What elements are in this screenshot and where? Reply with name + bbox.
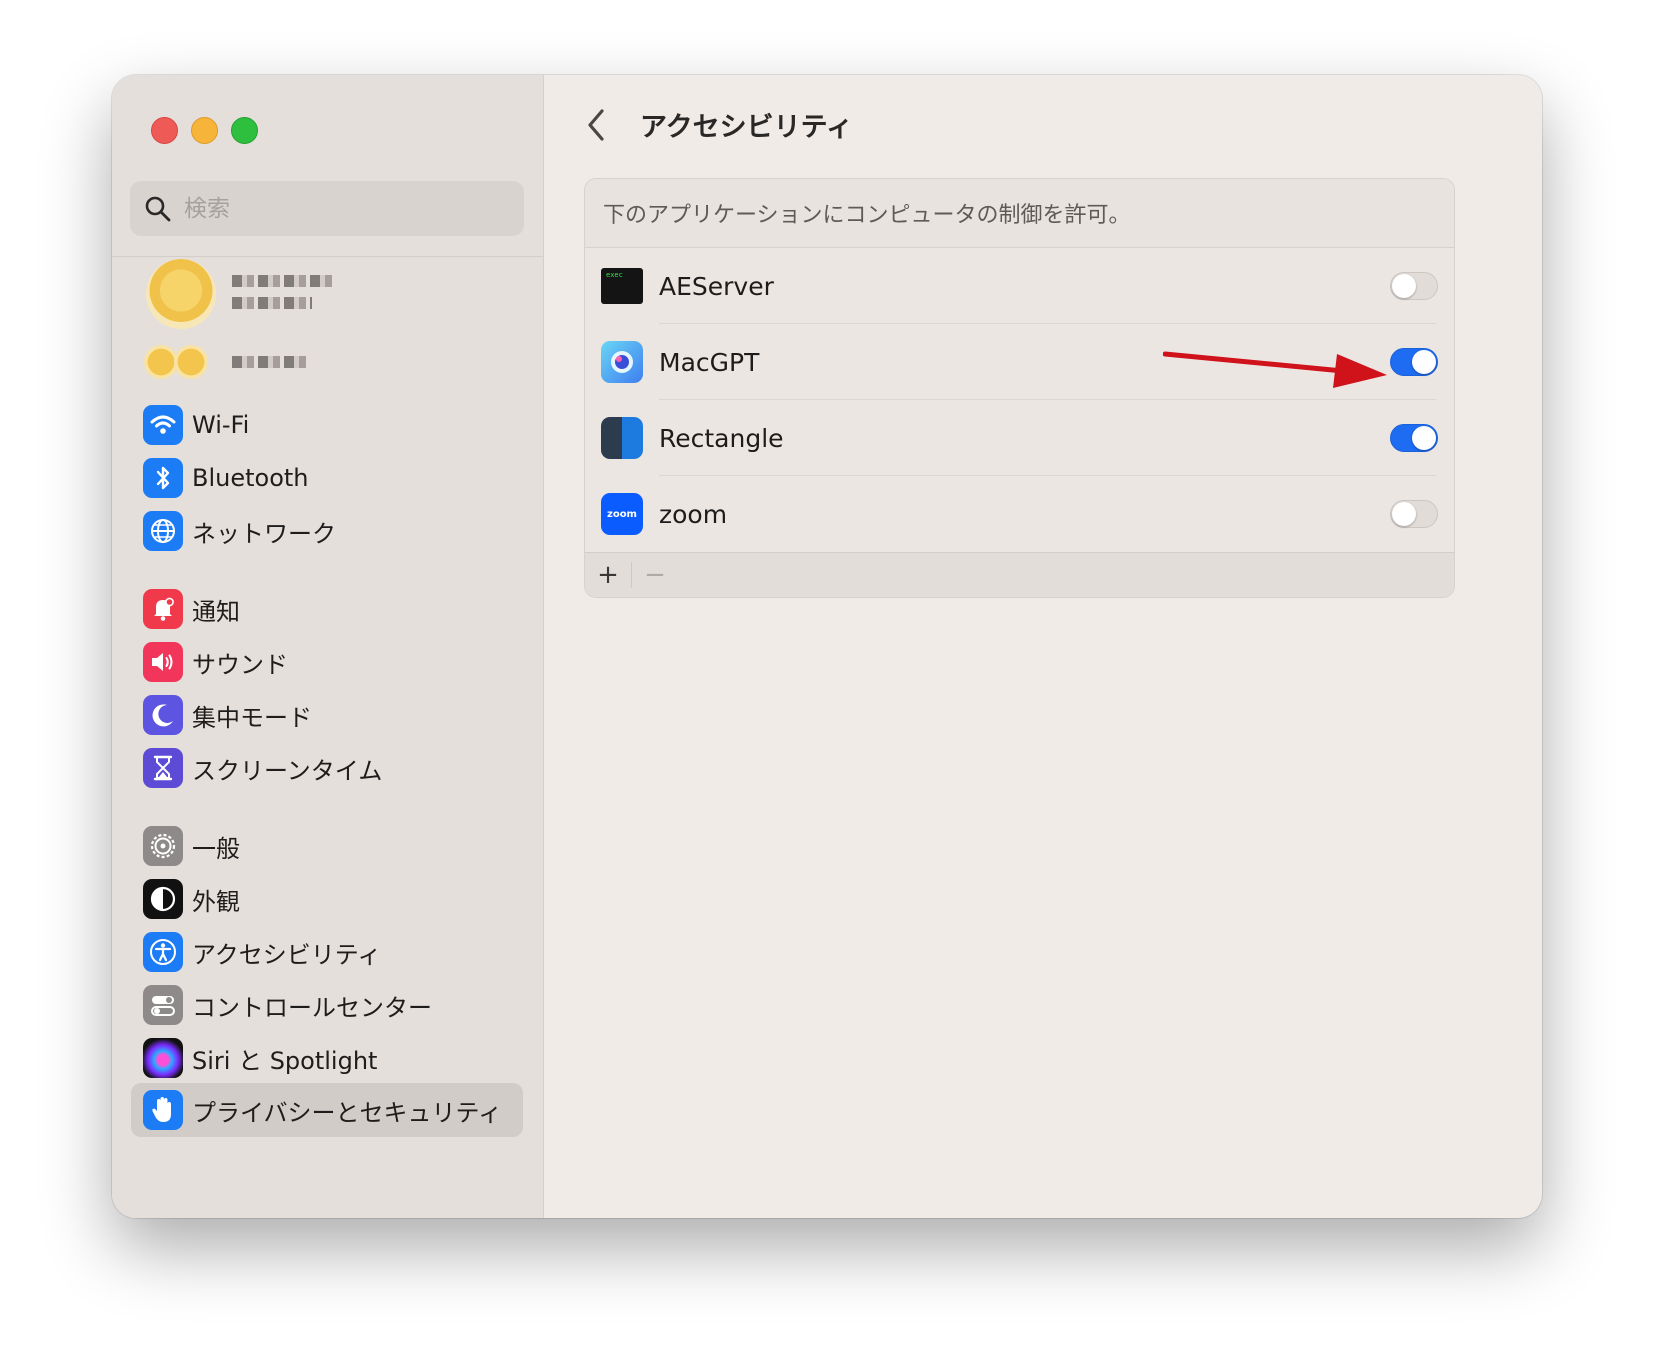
app-name: MacGPT: [659, 347, 760, 377]
sidebar-item-control-center[interactable]: コントロールセンター: [131, 979, 523, 1031]
close-window-button[interactable]: [151, 117, 178, 144]
moon-icon: [143, 695, 183, 735]
accessibility-icon: [143, 932, 183, 972]
sidebar: Wi-Fi Bluetooth ネットワーク 通知 サウンド: [112, 75, 544, 1218]
sidebar-item-label: ネットワーク: [192, 519, 336, 548]
avatar: [146, 259, 216, 329]
minimize-window-button[interactable]: [191, 117, 218, 144]
control-center-icon: [143, 985, 183, 1025]
speaker-icon: [143, 642, 183, 682]
sidebar-item-appearance[interactable]: 外観: [131, 873, 523, 925]
sidebar-item-siri-spotlight[interactable]: Siri と Spotlight: [131, 1032, 523, 1084]
macgpt-toggle[interactable]: [1390, 348, 1438, 376]
hand-icon: [143, 1090, 183, 1130]
wifi-icon: [143, 405, 183, 445]
sidebar-item-general[interactable]: 一般: [131, 820, 523, 872]
annotation-arrow-icon: [1163, 351, 1387, 388]
sidebar-item-label: 通知: [192, 597, 240, 626]
rectangle-toggle[interactable]: [1390, 424, 1438, 452]
redacted-account-name: [232, 275, 332, 287]
list-header: 下のアプリケーションにコンピュータの制御を許可。: [585, 179, 1454, 248]
zoom-icon: zoom: [601, 493, 643, 535]
macgpt-icon: [601, 341, 643, 383]
sidebar-item-sound[interactable]: サウンド: [131, 636, 523, 688]
add-app-button[interactable]: +: [585, 553, 631, 597]
sidebar-item-label: サウンド: [192, 650, 288, 679]
family-item[interactable]: [142, 337, 442, 387]
system-settings-window: Wi-Fi Bluetooth ネットワーク 通知 サウンド: [112, 75, 1542, 1218]
sidebar-item-network[interactable]: ネットワーク: [131, 505, 523, 557]
toggle-knob: [1412, 426, 1436, 450]
toggle-knob: [1392, 502, 1416, 526]
sidebar-item-bluetooth[interactable]: Bluetooth: [131, 452, 523, 504]
remove-app-button[interactable]: −: [632, 553, 678, 597]
page-title: アクセシビリティ: [640, 112, 854, 143]
sidebar-item-focus[interactable]: 集中モード: [131, 689, 523, 741]
notification-bell-icon: [143, 589, 183, 629]
list-footer: + −: [585, 552, 1454, 597]
sidebar-item-label: Bluetooth: [192, 464, 309, 492]
sidebar-item-screen-time[interactable]: スクリーンタイム: [131, 742, 523, 794]
zoom-toggle[interactable]: [1390, 500, 1438, 528]
main-content: アクセシビリティ 下のアプリケーションにコンピュータの制御を許可。 exec A…: [544, 75, 1542, 1218]
list-item-aeserver: exec AEServer: [585, 248, 1454, 324]
sidebar-item-label: コントロールセンター: [192, 993, 432, 1022]
appearance-icon: [143, 879, 183, 919]
siri-icon: [143, 1038, 183, 1078]
sidebar-item-label: Siri と Spotlight: [192, 1046, 378, 1075]
sidebar-item-privacy-security[interactable]: プライバシーとセキュリティ: [131, 1083, 523, 1137]
toggle-knob: [1392, 274, 1416, 298]
app-name: AEServer: [659, 271, 774, 301]
sidebar-item-wifi[interactable]: Wi-Fi: [131, 399, 523, 451]
sidebar-item-accessibility[interactable]: アクセシビリティ: [131, 926, 523, 978]
app-name: zoom: [659, 499, 728, 529]
family-avatar: [144, 345, 178, 379]
sidebar-item-label: Wi-Fi: [192, 411, 250, 439]
sidebar-item-label: スクリーンタイム: [192, 756, 383, 785]
gear-icon: [143, 826, 183, 866]
list-item-rectangle: Rectangle: [585, 400, 1454, 476]
search-input[interactable]: [182, 194, 506, 223]
apple-account-item[interactable]: [142, 255, 522, 331]
app-name: Rectangle: [659, 423, 784, 453]
back-button[interactable]: [582, 105, 610, 145]
rectangle-icon: [601, 417, 643, 459]
bluetooth-icon: [143, 458, 183, 498]
hourglass-icon: [143, 748, 183, 788]
network-globe-icon: [143, 511, 183, 551]
sidebar-item-label: 集中モード: [192, 703, 312, 732]
sidebar-item-notifications[interactable]: 通知: [131, 583, 523, 635]
redacted-family-label: [232, 356, 307, 368]
list-item-zoom: zoom zoom: [585, 476, 1454, 552]
zoom-window-button[interactable]: [231, 117, 258, 144]
search-icon: [145, 196, 171, 221]
search-field[interactable]: [130, 181, 524, 236]
family-avatar: [174, 345, 208, 379]
sidebar-item-label: 一般: [192, 834, 240, 863]
sidebar-item-label: 外観: [192, 887, 240, 916]
toggle-knob: [1412, 350, 1436, 374]
redacted-account-subtitle: [232, 297, 312, 309]
sidebar-item-label: プライバシーとセキュリティ: [192, 1098, 503, 1127]
sidebar-item-label: アクセシビリティ: [192, 940, 382, 969]
list-header-text: 下のアプリケーションにコンピュータの制御を許可。: [603, 203, 1131, 228]
terminal-exec-icon: exec: [601, 268, 643, 304]
aeserver-toggle[interactable]: [1390, 272, 1438, 300]
